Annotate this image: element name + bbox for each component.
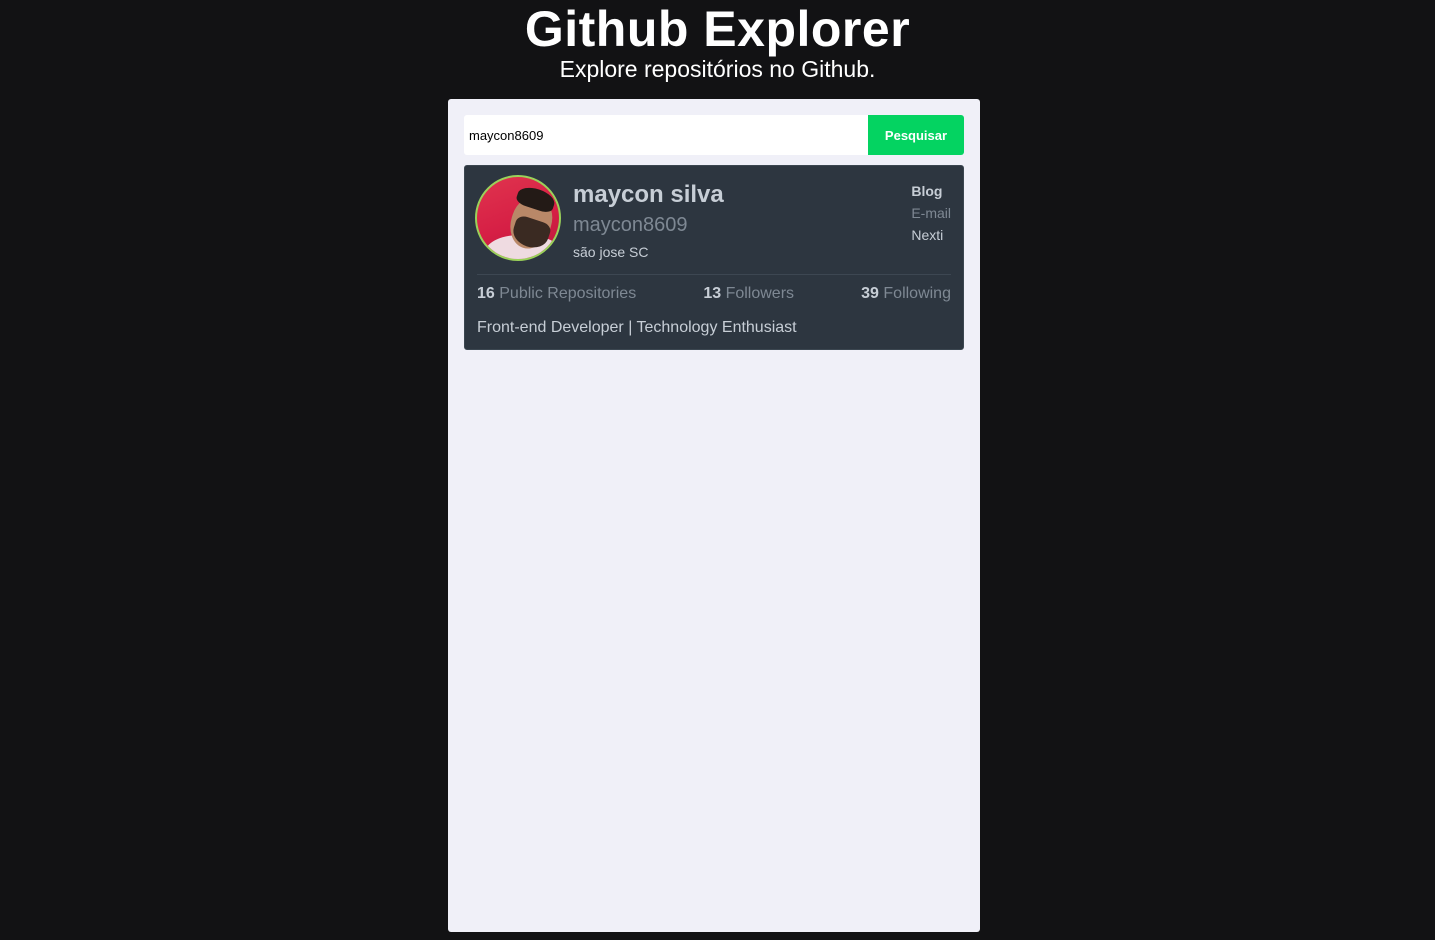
user-name: maycon silva [573, 181, 724, 208]
user-location: são jose SC [573, 244, 649, 260]
stat-label: Followers [725, 285, 795, 302]
search-form: Pesquisar [464, 115, 964, 155]
stat-label: Public Repositories [499, 285, 637, 302]
stat-label: Following [883, 285, 951, 302]
blog-link[interactable]: Blog [911, 180, 951, 202]
company-label: Nexti [911, 227, 944, 243]
stat-count: 39 [861, 285, 879, 302]
stat-following[interactable]: 39 Following [861, 284, 951, 304]
avatar[interactable] [475, 175, 561, 261]
user-login[interactable]: maycon8609 [573, 212, 724, 238]
profile-card: maycon silva maycon8609 são jose SC Blog… [464, 165, 964, 350]
page-header: Github Explorer Explore repositórios no … [0, 0, 1435, 82]
search-button[interactable]: Pesquisar [868, 115, 964, 155]
search-input[interactable] [464, 115, 868, 155]
page-title: Github Explorer [524, 1, 911, 57]
user-info: maycon silva maycon8609 são jose SC [573, 180, 724, 261]
stat-count: 13 [703, 285, 722, 302]
stat-repositories[interactable]: 16 Public Repositories [477, 284, 636, 304]
user-bio: Front-end Developer | Technology Enthusi… [477, 319, 797, 336]
stat-followers[interactable]: 13 Followers [703, 284, 794, 304]
stat-count: 16 [477, 285, 495, 302]
divider [477, 274, 951, 275]
main-panel: Pesquisar maycon silva maycon8609 são jo… [448, 99, 980, 932]
profile-links: Blog E-mail Nexti [911, 180, 951, 246]
page-subtitle: Explore repositórios no Github. [559, 56, 876, 82]
email-link[interactable]: E-mail [911, 202, 951, 224]
stats-row: 16 Public Repositories 13 Followers 39 F… [477, 284, 951, 304]
